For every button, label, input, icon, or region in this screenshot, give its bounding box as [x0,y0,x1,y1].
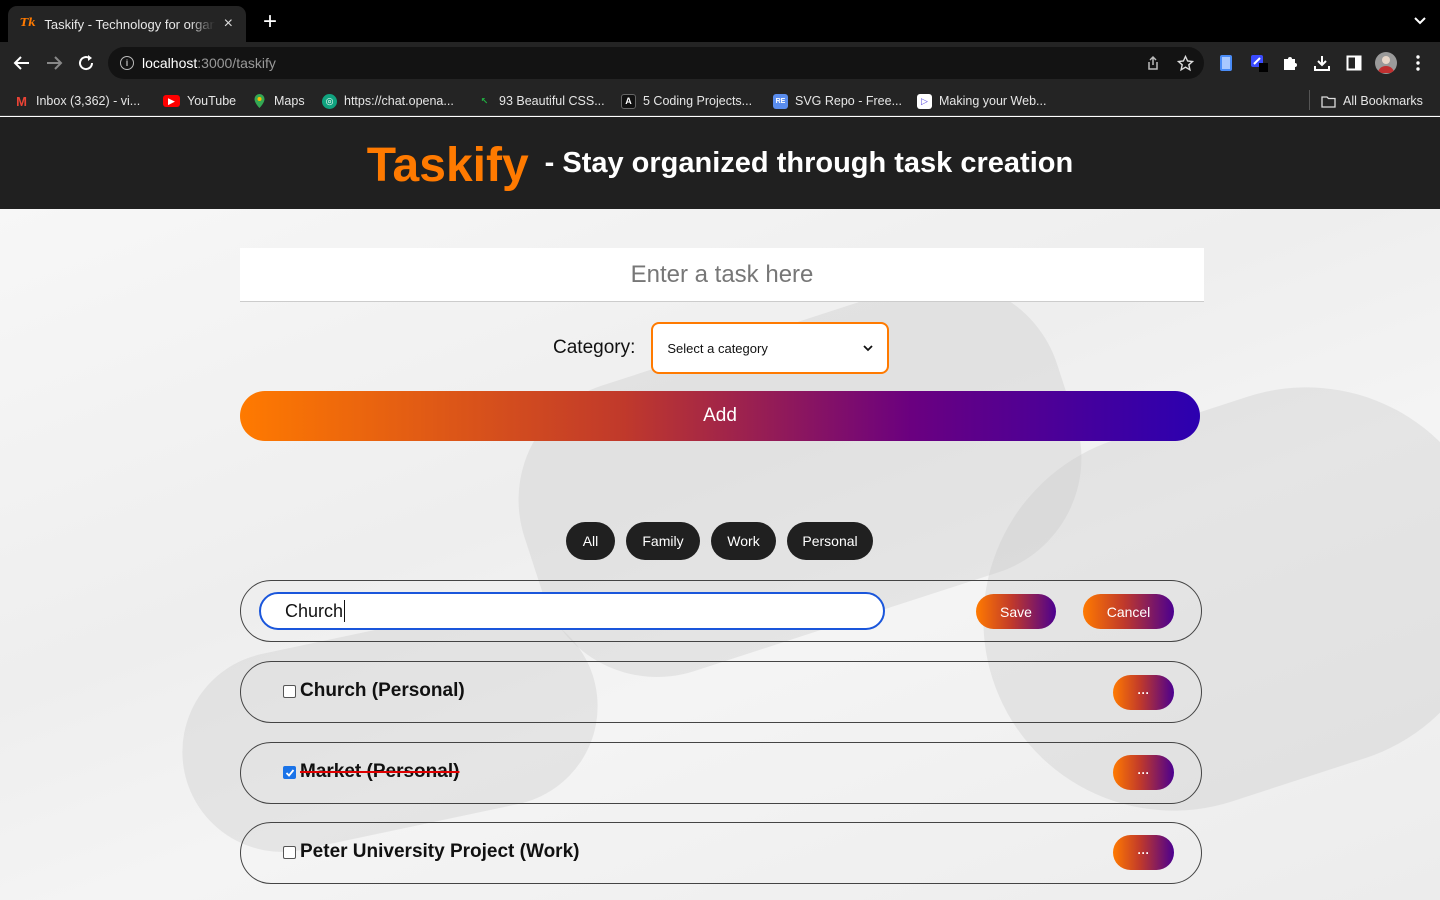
bookmark-label: https://chat.opena... [344,94,454,108]
bookmark-label: Maps [274,94,305,108]
share-icon[interactable] [1144,54,1162,72]
css-icon: ↖ [480,95,489,106]
bookmark-label: Inbox (3,362) - vi... [36,94,141,108]
tagline: - Stay organized through task creation [544,146,1074,179]
maps-icon [252,94,267,109]
bookmark-css[interactable]: ↖ 93 Beautiful CSS... [477,92,605,110]
browser-toolbar: i localhost:3000/taskify [0,42,1440,84]
task-input[interactable] [240,248,1204,302]
tab-strip: Tk Taskify - Technology for organizing t… [0,0,1440,42]
bookmark-label: SVG Repo - Free... [795,94,902,108]
site-info-icon[interactable]: i [120,56,134,70]
reload-icon[interactable] [74,51,98,75]
bookmark-youtube[interactable]: ▶ YouTube [163,92,236,110]
chevron-down-icon [863,345,874,352]
task-row: Peter University Project (Work) ··· [240,822,1202,884]
bookmark-maps[interactable]: Maps [252,92,305,110]
bookmark-making-web[interactable]: ▷ Making your Web... [917,92,1046,110]
taskify-favicon-icon: Tk [20,16,36,29]
bookmark-coding-projects[interactable]: A 5 Coding Projects... [621,92,752,110]
bookmark-svg-repo[interactable]: RE SVG Repo - Free... [773,92,902,110]
edit-task-value: Church [285,600,344,621]
all-bookmarks-label: All Bookmarks [1343,94,1423,108]
checkmark-icon [285,768,294,777]
close-tab-icon[interactable]: × [221,15,236,33]
edit-task-input[interactable]: Church [259,592,885,630]
category-label: Category: [553,337,636,358]
task-checkbox[interactable] [283,685,296,698]
docs-extension-icon[interactable] [1216,53,1236,73]
all-bookmarks[interactable]: All Bookmarks [1321,92,1423,110]
category-filters: All Family Work Personal [566,522,873,560]
bookmarks-divider [1309,90,1310,110]
download-icon[interactable] [1312,53,1332,73]
bookmark-inbox[interactable]: M Inbox (3,362) - vi... [14,92,140,110]
task-row: Market (Personal) ··· [240,742,1202,804]
task-checkbox[interactable] [283,846,296,859]
browser-menu-icon[interactable] [1408,53,1428,73]
app-header: Taskify - Stay organized through task cr… [0,117,1440,209]
task-menu-button[interactable]: ··· [1113,835,1174,870]
task-menu-button[interactable]: ··· [1113,675,1174,710]
bookmarks-bar: M Inbox (3,362) - vi... ▶ YouTube Maps ◎ ht… [0,84,1440,116]
task-checkbox[interactable] [283,766,296,779]
youtube-icon: ▶ [163,95,180,107]
side-panel-icon[interactable] [1344,53,1364,73]
svgrepo-icon: RE [773,93,788,109]
task-menu-button[interactable]: ··· [1113,755,1174,790]
profile-avatar[interactable] [1375,52,1397,74]
bookmark-label: 5 Coding Projects... [643,94,753,108]
bookmark-label: Making your Web... [939,94,1047,108]
back-arrow-icon[interactable] [10,51,34,75]
app-body: Category: Select a category Add All Fami… [0,209,1440,900]
bookmark-star-icon[interactable] [1176,54,1194,72]
task-row: Church (Personal) ··· [240,661,1202,723]
save-button[interactable]: Save [976,594,1056,629]
bookmark-label: 93 Beautiful CSS... [499,94,605,108]
filter-all[interactable]: All [566,522,615,560]
filter-personal[interactable]: Personal [787,522,873,560]
filter-family[interactable]: Family [626,522,700,560]
category-select[interactable]: Select a category [651,322,890,374]
task-text: Market (Personal) [300,761,460,782]
url-path: :3000/taskify [197,55,276,71]
text-caret [344,600,346,622]
extensions-puzzle-icon[interactable] [1280,53,1300,73]
tab-search-chevron-icon[interactable] [1412,12,1428,28]
tab-title: Taskify - Technology for organizing task… [44,16,215,32]
forward-arrow-icon[interactable] [42,51,66,75]
bookmark-chat-openai[interactable]: ◎ https://chat.opena... [322,92,454,110]
gmail-icon: M [16,93,27,109]
openai-icon: ◎ [322,93,337,109]
brand-title: Taskify [366,138,529,192]
folder-icon [1321,94,1336,109]
category-row: Category: Select a category [553,322,890,374]
task-edit-row: Church Save Cancel [240,580,1202,642]
browser-tab[interactable]: Tk Taskify - Technology for organizing t… [8,6,246,42]
web-icon: ▷ [917,93,932,109]
task-text: Church (Personal) [300,680,465,701]
filter-work[interactable]: Work [711,522,776,560]
color-picker-extension-icon[interactable] [1249,53,1269,73]
category-selected-value: Select a category [667,340,768,356]
coding-icon: A [621,93,636,109]
new-tab-icon[interactable]: + [258,10,282,34]
add-task-button[interactable]: Add [240,391,1200,441]
url-host: localhost [142,55,198,71]
cancel-button[interactable]: Cancel [1083,594,1174,629]
address-bar[interactable]: i localhost:3000/taskify [108,47,1204,79]
task-text: Peter University Project (Work) [300,841,580,862]
bookmark-label: YouTube [187,94,237,108]
